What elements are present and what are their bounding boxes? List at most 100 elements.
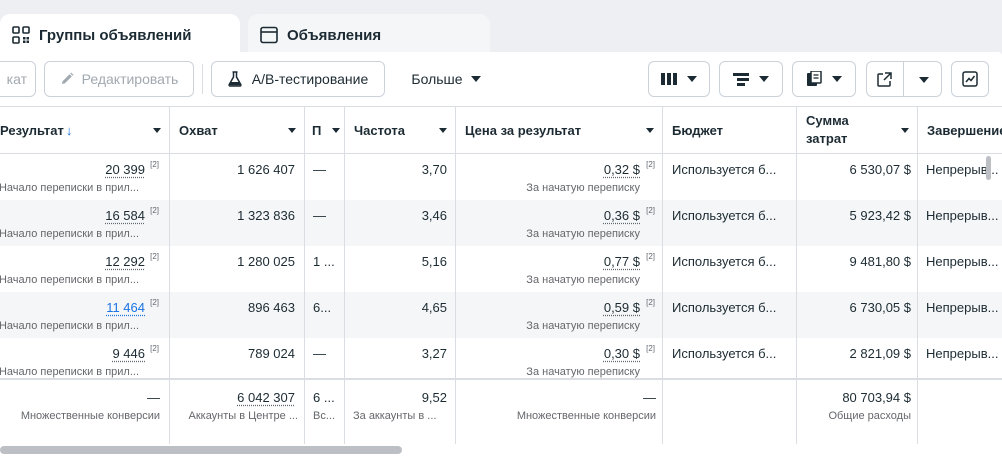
total-cost-per-result-cell: — Множественные конверсии — [456, 380, 662, 444]
result-value[interactable]: 12 292 — [105, 254, 145, 269]
frequency-value: 3,70 — [421, 162, 447, 177]
caret-down-icon[interactable] — [919, 77, 929, 83]
column-header-frequency[interactable]: Частота — [345, 106, 455, 154]
duplicate-button[interactable]: кат — [0, 61, 36, 97]
columns-button[interactable] — [648, 61, 710, 97]
vertical-scrollbar[interactable] — [986, 156, 991, 180]
tab-ad-groups-label: Группы объявлений — [39, 26, 192, 44]
caret-down-icon[interactable] — [901, 128, 909, 133]
cost-per-result-value[interactable]: 0,59 $ — [604, 300, 640, 315]
frequency-cell: 4,65 — [345, 292, 455, 338]
budget-value: Используется б... — [672, 208, 777, 223]
footnote-mark: [2] — [646, 298, 655, 307]
tab-ad-groups[interactable]: Группы объявлений — [0, 14, 240, 56]
frequency-value: 5,16 — [421, 254, 447, 269]
column-header-amount-spent-label: Сумма затрат — [806, 112, 849, 148]
result-value[interactable]: 20 399 — [105, 162, 145, 177]
column-header-reach[interactable]: Охват — [170, 106, 304, 154]
column-header-result-label: Результат — [0, 122, 64, 138]
cost-per-result-caption: За начатую переписку — [526, 274, 640, 286]
column-header-amount-spent[interactable]: Сумма затрат — [797, 106, 917, 154]
caret-down-icon[interactable] — [332, 128, 340, 133]
more-dropdown[interactable]: Больше — [396, 61, 496, 97]
cost-per-result-cell: 0,77 $ [2] За начатую переписку — [456, 246, 662, 292]
table-row[interactable]: 11 464 [2] Начало переписки в прил... 89… — [0, 292, 1002, 338]
caret-down-icon[interactable] — [288, 128, 296, 133]
amount-spent-cell: 9 481,80 $ — [797, 246, 917, 292]
caret-down-icon[interactable] — [153, 128, 161, 133]
cost-per-result-value[interactable]: 0,30 $ — [604, 346, 640, 361]
frequency-value: 3,46 — [421, 208, 447, 223]
footnote-mark: [2] — [150, 206, 159, 215]
reach-cell: 1 626 407 — [170, 154, 304, 200]
more-dropdown-label: Больше — [411, 71, 463, 87]
column-divider — [169, 380, 170, 444]
column-header-result[interactable]: Результат ↓ — [0, 106, 169, 154]
grid-icon — [12, 26, 30, 44]
reach-value: 1 626 407 — [237, 162, 295, 177]
frequency-cell: 3,46 — [345, 200, 455, 246]
duplicate-button-label: кат — [6, 71, 27, 87]
result-value[interactable]: 16 584 — [105, 208, 145, 223]
edit-button[interactable]: Редактировать — [44, 61, 194, 97]
budget-value: Используется б... — [672, 254, 777, 269]
cost-per-result-caption: За начатую переписку — [526, 320, 640, 332]
footnote-mark: [2] — [150, 252, 159, 261]
breakdown-icon — [733, 73, 749, 86]
caret-down-icon — [832, 76, 842, 82]
column-divider — [662, 380, 663, 444]
footnote-mark: [2] — [150, 344, 159, 353]
column-header-impressions[interactable]: П — [305, 106, 344, 154]
result-caption: Начало переписки в прил... — [0, 228, 139, 240]
edit-button-label: Редактировать — [81, 71, 179, 87]
result-caption: Начало переписки в прил... — [0, 274, 139, 286]
amount-spent-value: 6 530,07 $ — [849, 162, 911, 177]
impressions-cell: — — [305, 200, 344, 246]
spent-line-1: Сумма — [806, 113, 849, 128]
table-row[interactable]: 12 292 [2] Начало переписки в прил... 1 … — [0, 246, 1002, 292]
end-value: Непрерыв... — [926, 300, 999, 315]
tab-ads-label: Объявления — [287, 26, 382, 44]
frequency-cell: 5,16 — [345, 246, 455, 292]
cost-per-result-cell: 0,36 $ [2] За начатую переписку — [456, 200, 662, 246]
column-header-end[interactable]: Завершение — [918, 106, 1002, 154]
ab-test-button[interactable]: A/B-тестирование — [211, 61, 385, 97]
cost-per-result-value[interactable]: 0,32 $ — [604, 162, 640, 177]
reach-cell: 1 323 836 — [170, 200, 304, 246]
result-value[interactable]: 9 446 — [112, 346, 145, 361]
amount-spent-cell: 5 923,42 $ — [797, 200, 917, 246]
column-header-budget[interactable]: Бюджет — [663, 106, 796, 154]
caret-down-icon — [759, 76, 769, 82]
toolbar-divider — [202, 64, 203, 94]
charts-toggle-button[interactable] — [951, 61, 989, 97]
cost-per-result-caption: За начатую переписку — [526, 366, 640, 378]
spent-line-2: затрат — [806, 131, 848, 146]
reports-button[interactable] — [792, 61, 856, 97]
result-caption: Начало переписки в прил... — [0, 366, 139, 378]
end-cell: Непрерыв... — [918, 200, 1002, 246]
caret-down-icon[interactable] — [646, 128, 654, 133]
total-reach-value[interactable]: 6 042 307 — [237, 390, 295, 405]
caret-down-icon[interactable] — [439, 128, 447, 133]
table-row[interactable]: 16 584 [2] Начало переписки в прил... 1 … — [0, 200, 1002, 246]
sort-down-icon: ↓ — [65, 122, 73, 138]
impressions-cell: 1 ... — [305, 246, 344, 292]
result-value[interactable]: 11 464 — [106, 300, 145, 315]
cost-per-result-value[interactable]: 0,36 $ — [604, 208, 640, 223]
reach-cell: 896 463 — [170, 292, 304, 338]
caret-down-icon — [687, 76, 697, 82]
breakdown-button[interactable] — [719, 61, 783, 97]
amount-spent-value: 9 481,80 $ — [849, 254, 911, 269]
reach-cell: 1 280 025 — [170, 246, 304, 292]
export-divider — [903, 62, 904, 96]
total-frequency-cell: 9,52 За аккаунты в ... — [345, 380, 455, 444]
export-button[interactable] — [866, 61, 942, 97]
table-row[interactable]: 20 399 [2] Начало переписки в прил... 1 … — [0, 154, 1002, 200]
tab-ads[interactable]: Объявления — [248, 14, 490, 56]
cost-per-result-cell: 0,59 $ [2] За начатую переписку — [456, 292, 662, 338]
budget-cell: Используется б... — [663, 154, 796, 200]
column-header-cost-per-result[interactable]: Цена за результат — [456, 106, 662, 154]
horizontal-scrollbar[interactable] — [0, 446, 402, 454]
cost-per-result-value[interactable]: 0,77 $ — [604, 254, 640, 269]
column-divider — [455, 380, 456, 444]
